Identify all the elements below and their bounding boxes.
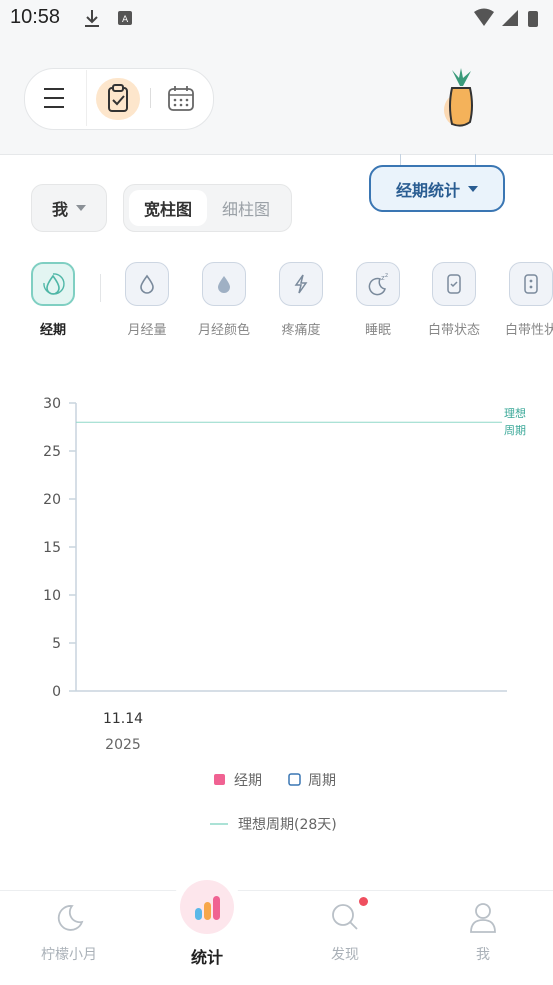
tab-stats[interactable]: 统计 <box>157 888 257 968</box>
menu-button[interactable] <box>34 80 74 116</box>
chevron-down-icon <box>468 185 478 192</box>
tab-label: 统计 <box>190 948 223 967</box>
category-pain[interactable]: 疼痛度 <box>271 262 331 338</box>
y-tick-label: 30 <box>43 396 61 412</box>
lightning-icon <box>294 274 308 294</box>
ideal-cycle-label: 周期 <box>504 424 526 437</box>
thin-bar-option[interactable]: 细柱图 <box>207 190 285 226</box>
category-label: 月经颜色 <box>197 323 250 338</box>
legend-label-period: 经期 <box>234 773 262 789</box>
tab-label: 发现 <box>331 947 359 963</box>
tab-me[interactable]: 我 <box>433 900 533 964</box>
legend-swatch-period <box>214 774 225 785</box>
user-icon <box>470 903 496 933</box>
lemon-pineapple-logo <box>444 68 473 127</box>
app-notification-icon: A <box>118 11 132 25</box>
moon-zz-icon: z z <box>368 272 388 296</box>
svg-text:z: z <box>385 272 388 279</box>
status-time: 10:58 <box>10 6 61 28</box>
calendar-button[interactable] <box>164 82 198 116</box>
tab-label: 柠檬小月 <box>41 947 97 963</box>
category-label: 经期 <box>39 323 66 338</box>
y-tick-label: 15 <box>43 540 61 556</box>
bar-chart-icon <box>195 896 220 920</box>
battery-icon <box>528 11 538 27</box>
svg-text:A: A <box>122 15 129 25</box>
category-color[interactable]: 月经颜色 <box>194 262 254 338</box>
category-label: 白带状态 <box>427 323 480 338</box>
tab-home[interactable]: 柠檬小月 <box>19 900 119 964</box>
legend-label-cycle: 周期 <box>308 773 336 789</box>
category-label: 疼痛度 <box>281 323 321 338</box>
signal-icon <box>502 10 518 26</box>
category-label: 白带性状 <box>504 323 553 338</box>
category-divider <box>100 274 101 302</box>
status-icons-left: A <box>85 10 132 27</box>
notification-badge <box>359 897 368 906</box>
status-icons-right <box>474 8 538 27</box>
category-discharge-state[interactable]: 白带状态 <box>424 262 484 338</box>
moon-icon <box>57 905 84 931</box>
ideal-cycle-label: 理想 <box>504 406 526 420</box>
download-icon <box>85 10 99 27</box>
x-tick-label: 11.14 <box>103 711 143 727</box>
tab-discover[interactable]: 发现 <box>295 900 395 964</box>
card-check-icon <box>447 274 461 294</box>
period-stats-dropdown[interactable]: 经期统计 <box>369 165 505 212</box>
toolbar-divider <box>150 88 151 108</box>
category-flow[interactable]: 月经量 <box>117 262 177 338</box>
droplet-cycle-icon <box>43 273 65 295</box>
todo-button[interactable] <box>96 78 140 120</box>
menu-icon <box>44 88 64 90</box>
category-label: 睡眠 <box>364 323 391 338</box>
x-tick-label: 2025 <box>105 737 141 753</box>
search-icon <box>332 904 358 930</box>
y-tick-label: 10 <box>43 588 61 604</box>
chevron-down-icon <box>76 205 86 211</box>
period-chart: 051015202530 理想 周期 11.14 2025 经期 周期 理想周期… <box>43 396 526 833</box>
toolbar-divider <box>86 70 87 126</box>
y-tick-label: 5 <box>52 636 61 652</box>
card-dots-icon <box>524 274 538 294</box>
category-period[interactable]: 经期 <box>23 262 83 338</box>
y-tick-label: 25 <box>43 444 61 460</box>
calendar-icon <box>168 86 194 111</box>
member-label: 我 <box>51 200 68 219</box>
droplet-outline-icon <box>140 274 154 294</box>
member-selector[interactable]: 我 <box>31 184 107 232</box>
category-discharge-texture[interactable]: 白带性状 <box>501 262 553 338</box>
wifi-icon <box>474 8 494 26</box>
legend-label-ideal: 理想周期(28天) <box>238 817 337 833</box>
clipboard-check-icon <box>108 84 128 112</box>
wide-bar-option[interactable]: 宽柱图 <box>129 190 207 226</box>
category-sleep[interactable]: z z 睡眠 <box>348 262 408 338</box>
y-tick-label: 20 <box>43 492 61 508</box>
y-tick-label: 0 <box>52 684 61 700</box>
legend-swatch-cycle <box>288 773 301 786</box>
category-label: 月经量 <box>127 323 167 338</box>
period-stats-label: 经期统计 <box>395 180 460 200</box>
tab-label: 我 <box>476 947 490 963</box>
droplet-filled-icon <box>218 276 230 293</box>
